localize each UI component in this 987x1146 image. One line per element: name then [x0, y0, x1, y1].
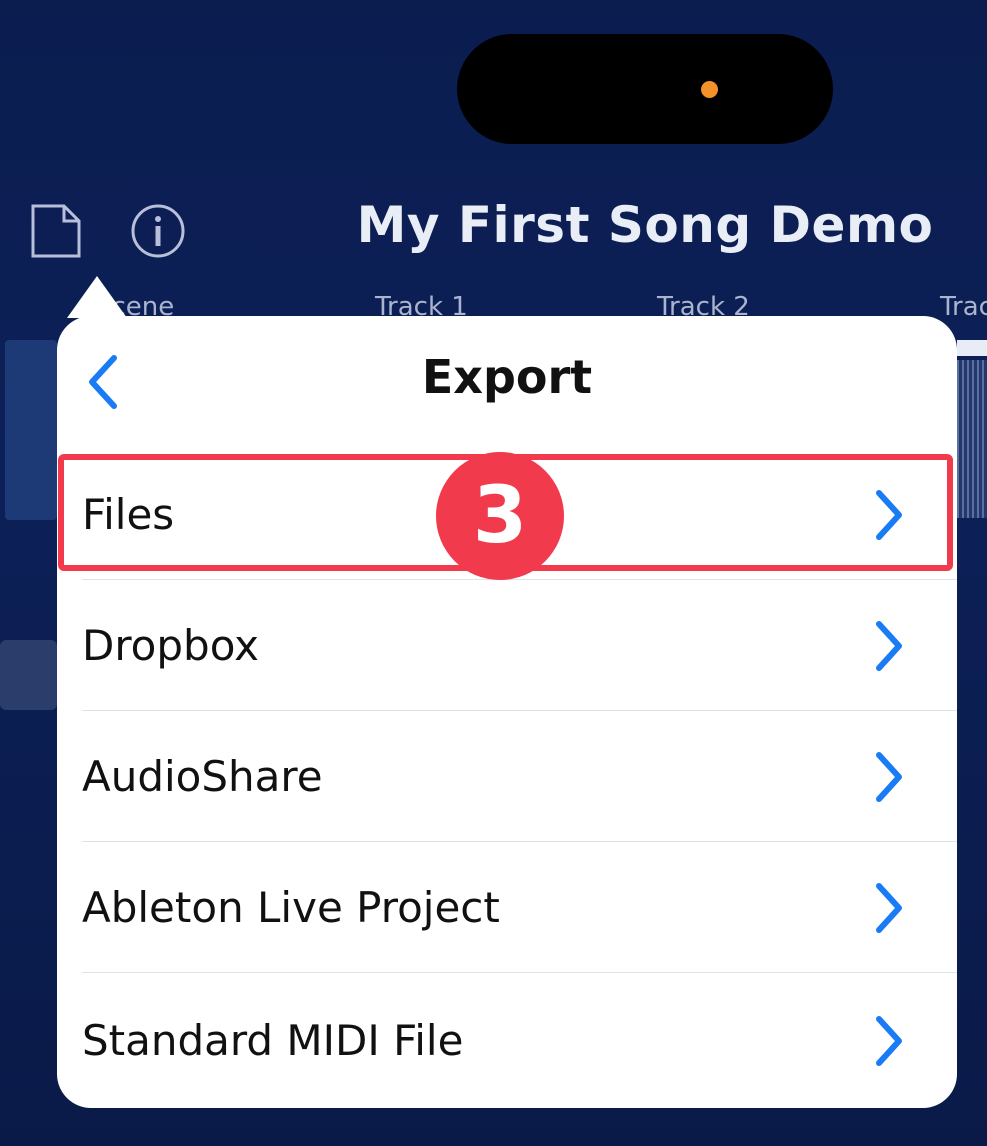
dynamic-island	[457, 34, 833, 144]
chevron-right-icon	[876, 752, 902, 802]
column-header-track-3: Track 3	[940, 292, 987, 322]
step-number-badge: 3	[436, 452, 564, 580]
mic-indicator-icon	[701, 81, 718, 98]
new-document-icon[interactable]	[30, 203, 82, 259]
song-title: My First Song Demo	[356, 196, 934, 254]
export-option-label: Standard MIDI File	[82, 1016, 464, 1065]
scene-cell[interactable]	[0, 640, 57, 710]
track-clip-header	[957, 340, 987, 356]
chevron-right-icon	[876, 883, 902, 933]
scene-cell[interactable]	[5, 340, 57, 520]
export-option-label: Ableton Live Project	[82, 883, 500, 932]
popover-title: Export	[421, 350, 593, 404]
info-icon[interactable]	[130, 203, 186, 259]
chevron-right-icon	[876, 621, 902, 671]
row-divider	[82, 972, 957, 973]
popover-arrow	[67, 276, 127, 318]
export-option-ableton-live-project[interactable]: Ableton Live Project	[57, 842, 957, 973]
export-option-label: Dropbox	[82, 621, 259, 670]
chevron-right-icon	[876, 1016, 902, 1066]
export-option-audioshare[interactable]: AudioShare	[57, 711, 957, 842]
export-option-dropbox[interactable]: Dropbox	[57, 580, 957, 711]
export-option-standard-midi-file[interactable]: Standard MIDI File	[57, 975, 957, 1106]
export-option-label: AudioShare	[82, 752, 323, 801]
track-clip-waveform[interactable]	[957, 360, 987, 518]
